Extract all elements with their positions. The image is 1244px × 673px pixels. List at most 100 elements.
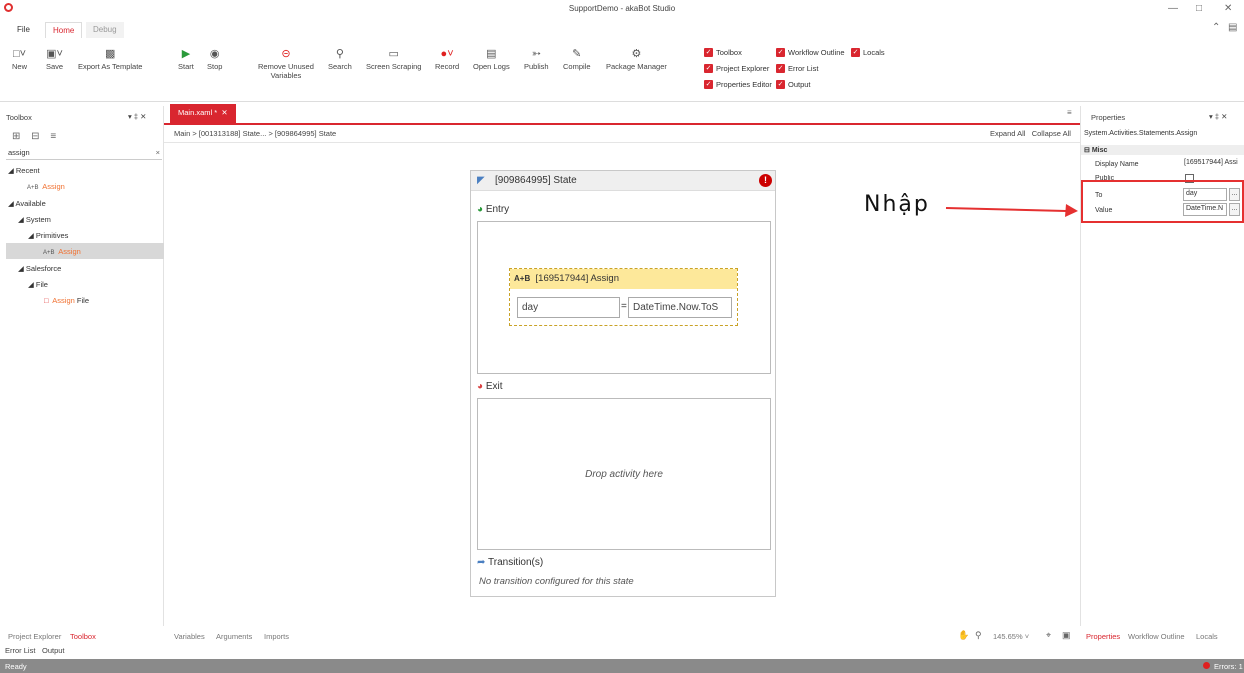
- close-tab-icon[interactable]: ✕: [221, 108, 227, 117]
- status-bar: Ready Errors: 1: [0, 659, 1244, 673]
- overview-icon[interactable]: ▣: [1062, 630, 1071, 641]
- right-tab-properties[interactable]: Properties: [1086, 632, 1120, 641]
- tab-home[interactable]: Home: [45, 22, 83, 38]
- designer-tab-imports[interactable]: Imports: [264, 632, 289, 641]
- tree-system[interactable]: ◢ System: [18, 215, 51, 224]
- tree-salesforce[interactable]: ◢ Salesforce: [18, 264, 61, 273]
- logs-icon: ▤: [486, 48, 497, 60]
- open-logs-button[interactable]: ▤ Open Logs: [473, 46, 510, 71]
- breadcrumb[interactable]: Main > [001313188] State... > [909864995…: [174, 129, 336, 138]
- title-bar: SupportDemo - akaBot Studio — □ ✕: [0, 0, 1244, 18]
- entry-icon: ◕: [477, 204, 484, 215]
- minimize-icon[interactable]: —: [1168, 3, 1178, 14]
- exit-icon: ◕: [477, 381, 484, 392]
- publish-button[interactable]: ➳ Publish: [524, 46, 549, 71]
- tree-recent[interactable]: ◢ Recent: [8, 166, 40, 175]
- tree-file-assign-file[interactable]: □ Assign File: [44, 296, 89, 305]
- collapse-ribbon-icon[interactable]: ⌃: [1212, 22, 1220, 33]
- checked-icon: ✓: [704, 80, 713, 89]
- tree-recent-assign[interactable]: A+B Assign: [27, 182, 65, 191]
- package-manager-button[interactable]: ⚙ Package Manager: [606, 46, 667, 71]
- document-tab[interactable]: Main.xaml * ✕: [170, 104, 236, 123]
- zoom-icon[interactable]: ⚲: [975, 630, 982, 641]
- state-header: ◤ [909864995] State !: [471, 171, 775, 191]
- ribbon: □˅ New ▣˅ Save ▩ Export As Template ▶ Start …: [0, 40, 1244, 102]
- right-tab-locals[interactable]: Locals: [1196, 632, 1218, 641]
- bottom-tab-error-list[interactable]: Error List: [5, 646, 35, 655]
- share-icon: ➳: [531, 48, 541, 60]
- stop-button[interactable]: ◉ Stop: [207, 46, 222, 71]
- display-name-label: Display Name: [1095, 161, 1139, 168]
- clear-search-icon[interactable]: ×: [156, 148, 160, 157]
- fit-screen-icon[interactable]: ⌖: [1046, 630, 1051, 641]
- status-ready: Ready: [5, 662, 27, 671]
- assign-activity[interactable]: A+B [169517944] Assign day = DateTime.No…: [509, 268, 738, 326]
- exit-dropzone[interactable]: Drop activity here: [477, 398, 771, 550]
- restore-icon[interactable]: □: [1196, 3, 1202, 14]
- collapse-all-icon[interactable]: ⊟: [31, 131, 39, 142]
- properties-type: System.Activities.Statements.Assign: [1084, 130, 1198, 137]
- expand-all-link[interactable]: Expand All: [990, 129, 1025, 138]
- close-icon[interactable]: ✕: [1224, 3, 1232, 14]
- entry-section-label: ◕ Entry: [477, 204, 510, 215]
- error-icon[interactable]: !: [759, 174, 772, 187]
- pan-icon[interactable]: ✋: [958, 630, 969, 641]
- tree-file[interactable]: ◢ File: [28, 280, 48, 289]
- toolbox-checkbox[interactable]: ✓ Toolbox: [704, 48, 742, 57]
- error-list-checkbox[interactable]: ✓ Error List: [776, 64, 818, 73]
- collapse-all-link[interactable]: Collapse All: [1032, 129, 1071, 138]
- zoom-level[interactable]: 145.65% ˅: [993, 632, 1029, 641]
- tab-dropdown-icon[interactable]: ≡: [1067, 108, 1072, 117]
- designer-tab-arguments[interactable]: Arguments: [216, 632, 252, 641]
- toolbox-header: Toolbox ▾ ‡ ✕: [0, 108, 164, 126]
- tab-file[interactable]: File: [10, 22, 37, 38]
- locals-checkbox[interactable]: ✓ Locals: [851, 48, 885, 57]
- workflow-outline-checkbox[interactable]: ✓ Workflow Outline: [776, 48, 845, 57]
- misc-category[interactable]: ⊟ Misc: [1084, 146, 1107, 154]
- bottom-tab-project-explorer[interactable]: Project Explorer: [8, 632, 61, 641]
- checked-icon: ✓: [776, 48, 785, 57]
- new-button[interactable]: □˅ New: [12, 46, 27, 71]
- pin-icon[interactable]: ▾ ‡ ✕: [1209, 112, 1227, 121]
- right-tab-workflow-outline[interactable]: Workflow Outline: [1128, 632, 1185, 641]
- export-icon: ▩: [105, 48, 116, 60]
- remove-unused-variables-button[interactable]: ⊝ Remove Unused Variables: [258, 46, 314, 80]
- exit-section-label: ◕ Exit: [477, 381, 503, 392]
- annotation-highlight-box: [1081, 180, 1244, 223]
- pin-icon[interactable]: ▾ ‡ ✕: [128, 112, 146, 121]
- project-explorer-checkbox[interactable]: ✓ Project Explorer: [704, 64, 769, 73]
- assign-icon: A+B: [27, 185, 39, 191]
- checked-icon: ✓: [704, 64, 713, 73]
- expand-collapse-controls: Expand All Collapse All: [990, 129, 1071, 138]
- state-activity[interactable]: ◤ [909864995] State ! ◕ Entry ◕ Exit Dro…: [470, 170, 776, 597]
- designer-tab-variables[interactable]: Variables: [174, 632, 205, 641]
- tab-debug[interactable]: Debug: [86, 22, 124, 38]
- error-dot-icon: [1203, 662, 1210, 669]
- start-button[interactable]: ▶ Start: [178, 46, 194, 71]
- display-name-value[interactable]: [169517944] Assi: [1184, 159, 1238, 166]
- annotation-text: Nhập: [864, 192, 930, 217]
- assign-value-input[interactable]: DateTime.Now.ToS: [628, 297, 732, 318]
- compile-button[interactable]: ✎ Compile: [563, 46, 591, 71]
- tree-primitives-assign[interactable]: A+B Assign: [43, 247, 81, 256]
- record-button[interactable]: ●˅ Record: [435, 46, 459, 71]
- list-icon[interactable]: ≡: [50, 131, 56, 142]
- output-checkbox[interactable]: ✓ Output: [776, 80, 811, 89]
- properties-editor-checkbox[interactable]: ✓ Properties Editor: [704, 80, 772, 89]
- screen-scraping-button[interactable]: ▭ Screen Scraping: [366, 46, 421, 71]
- bottom-tab-output[interactable]: Output: [42, 646, 65, 655]
- tree-selected-row[interactable]: [6, 243, 164, 259]
- layout-icon[interactable]: ▤: [1228, 22, 1237, 33]
- search-button[interactable]: ⚲ Search: [328, 46, 352, 71]
- save-button[interactable]: ▣˅ Save: [46, 46, 63, 71]
- export-template-button[interactable]: ▩ Export As Template: [78, 46, 142, 71]
- new-file-icon: □˅: [12, 48, 27, 60]
- record-icon: ●˅: [440, 48, 454, 60]
- status-errors[interactable]: Errors: 1: [1214, 662, 1243, 671]
- toolbox-search-input[interactable]: assign ×: [6, 147, 162, 160]
- expand-all-icon[interactable]: ⊞: [12, 131, 20, 142]
- tree-available[interactable]: ◢ Available: [8, 199, 46, 208]
- bottom-tab-toolbox[interactable]: Toolbox: [70, 632, 96, 641]
- tree-primitives[interactable]: ◢ Primitives: [28, 231, 68, 240]
- assign-to-input[interactable]: day: [517, 297, 620, 318]
